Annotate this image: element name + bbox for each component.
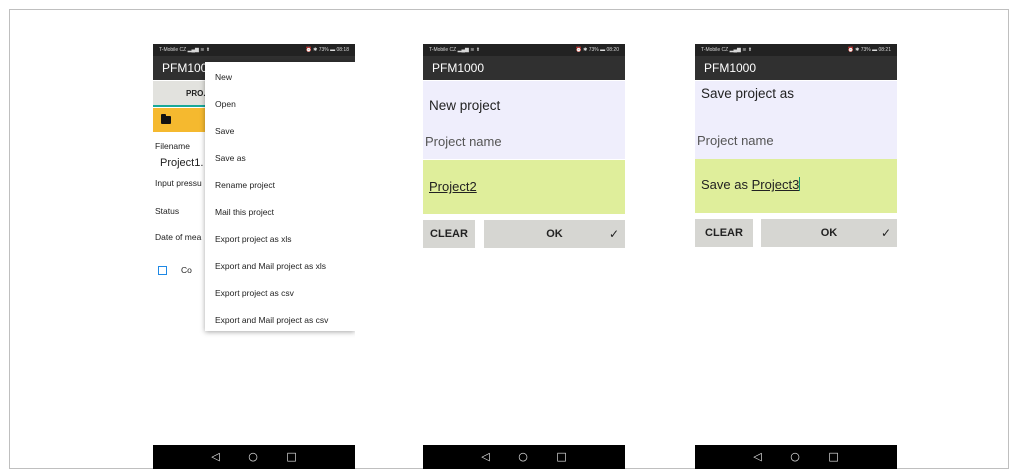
status-right: ⏰ ✱ 73% ▬ 08:18 [305, 47, 350, 53]
checkbox-label: Co [181, 265, 192, 275]
carrier-text: T-Mobile CZ ▂▄▆ ≋ ⬆ [701, 47, 753, 53]
ok-label: OK [546, 228, 563, 240]
screenshot-frame: T-Mobile CZ ▂▄▆ ≋ ⬆ ⏰ ✱ 73% ▬ 08:18 PFM1… [9, 9, 1009, 469]
text-cursor [799, 177, 801, 191]
input-pressure-label: Input pressu [155, 178, 202, 188]
back-icon[interactable]: ◁ [753, 445, 761, 469]
clear-button[interactable]: CLEAR [423, 220, 475, 248]
status-right: ⏰ ✱ 73% ▬ 08:21 [847, 47, 892, 53]
overflow-menu: New Open Save Save as Rename project Mai… [205, 62, 355, 331]
ok-button[interactable]: OK ✓ [484, 220, 625, 248]
checkbox[interactable] [158, 266, 167, 275]
folder-icon[interactable] [161, 114, 171, 124]
phone-screen-new-project: T-Mobile CZ ▂▄▆ ≋ ⬆ ⏰ ✱ 73% ▬ 08:20 PFM1… [423, 44, 625, 469]
project-name-input[interactable]: Save as Project3 [695, 159, 897, 213]
carrier-text: T-Mobile CZ ▂▄▆ ≋ ⬆ [159, 47, 211, 53]
app-title: PFM1000 [695, 56, 897, 80]
menu-item-save[interactable]: Save [215, 125, 234, 137]
menu-item-export-xls[interactable]: Export project as xls [215, 233, 292, 245]
dialog-title: New project [429, 98, 501, 113]
filename-label: Filename [155, 141, 190, 151]
back-icon[interactable]: ◁ [481, 445, 489, 469]
app-title: PFM1000 [423, 56, 625, 80]
ok-label: OK [820, 227, 838, 239]
menu-item-mail-project[interactable]: Mail this project [215, 206, 274, 218]
home-icon[interactable]: ○ [518, 445, 528, 469]
recents-icon[interactable]: □ [286, 445, 296, 469]
home-icon[interactable]: ○ [790, 445, 800, 469]
project-name-label: Project name [425, 134, 502, 149]
home-icon[interactable]: ○ [248, 445, 258, 469]
status-bar: T-Mobile CZ ▂▄▆ ≋ ⬆ ⏰ ✱ 73% ▬ 08:18 [153, 44, 355, 56]
tab-project-label: PRO. [186, 89, 206, 98]
menu-item-new[interactable]: New [215, 71, 232, 83]
navigation-bar: ◁ ○ □ [153, 445, 355, 469]
navigation-bar: ◁ ○ □ [695, 445, 897, 469]
status-bar: T-Mobile CZ ▂▄▆ ≋ ⬆ ⏰ ✱ 73% ▬ 08:20 [423, 44, 625, 56]
date-label: Date of mea [155, 232, 202, 242]
menu-item-rename-project[interactable]: Rename project [215, 179, 275, 191]
carrier-text: T-Mobile CZ ▂▄▆ ≋ ⬆ [429, 47, 481, 53]
menu-item-open[interactable]: Open [215, 98, 236, 110]
phone-screen-save-as: T-Mobile CZ ▂▄▆ ≋ ⬆ ⏰ ✱ 73% ▬ 08:21 PFM1… [695, 44, 897, 469]
back-icon[interactable]: ◁ [211, 445, 219, 469]
menu-item-export-mail-xls[interactable]: Export and Mail project as xls [215, 260, 326, 272]
check-icon: ✓ [880, 226, 891, 240]
ok-button[interactable]: OK ✓ [761, 219, 897, 247]
status-right: ⏰ ✱ 73% ▬ 08:20 [575, 47, 620, 53]
project-name-input[interactable]: Project2 [423, 160, 625, 214]
phone-screen-menu: T-Mobile CZ ▂▄▆ ≋ ⬆ ⏰ ✱ 73% ▬ 08:18 PFM1… [153, 44, 355, 469]
save-as-prefix: Save as [701, 177, 748, 192]
recents-icon[interactable]: □ [556, 445, 566, 469]
menu-item-save-as[interactable]: Save as [215, 152, 246, 164]
check-icon: ✓ [608, 227, 619, 241]
dialog-title: Save project as [701, 86, 795, 101]
clear-button[interactable]: CLEAR [695, 219, 753, 247]
project-name-value: Project2 [429, 179, 477, 194]
menu-item-export-csv[interactable]: Export project as csv [215, 287, 294, 299]
status-bar: T-Mobile CZ ▂▄▆ ≋ ⬆ ⏰ ✱ 73% ▬ 08:21 [695, 44, 897, 56]
status-label: Status [155, 206, 180, 216]
menu-item-export-mail-csv[interactable]: Export and Mail project as csv [215, 314, 328, 326]
filename-value: Project1. [160, 157, 204, 169]
navigation-bar: ◁ ○ □ [423, 445, 625, 469]
project-name-value: Project3 [751, 177, 800, 192]
project-name-label: Project name [697, 133, 774, 148]
recents-icon[interactable]: □ [828, 445, 838, 469]
